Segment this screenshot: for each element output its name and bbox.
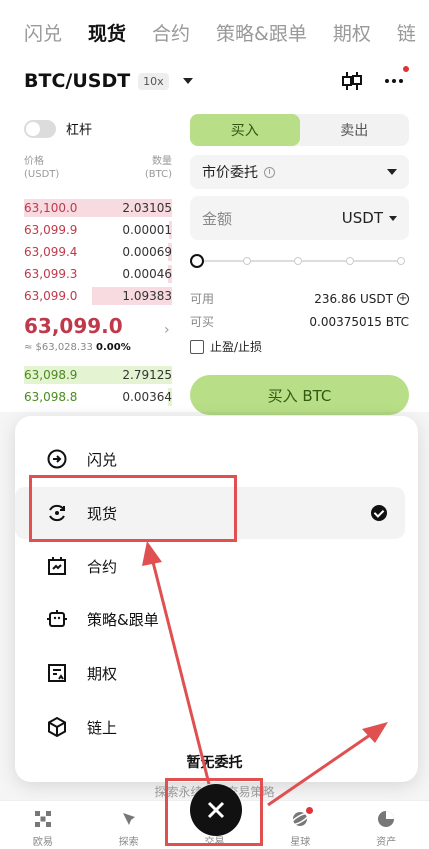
ask-qty: 2.03105 (122, 201, 172, 215)
bid-price: 63,098.9 (24, 368, 78, 382)
bid-price: 63,098.8 (24, 390, 78, 404)
arrow-head (362, 722, 388, 743)
ask-qty: 0.00046 (122, 267, 172, 281)
annotation-arrow (150, 557, 211, 785)
ask-qty: 0.00069 (122, 245, 172, 259)
ask-qty: 1.09383 (122, 289, 172, 303)
bid-qty: 0.00364 (122, 390, 172, 404)
ask-price: 63,099.0 (24, 289, 78, 303)
ask-price: 63,099.3 (24, 267, 78, 281)
ask-price: 63,099.9 (24, 223, 78, 237)
ask-price: 63,100.0 (24, 201, 78, 215)
arrow-head (142, 541, 162, 566)
ask-qty: 0.00001 (122, 223, 172, 237)
bid-qty: 2.79125 (122, 368, 172, 382)
annotation-arrow (267, 731, 374, 807)
annotation-arrows (142, 541, 388, 807)
ask-price: 63,099.4 (24, 245, 78, 259)
